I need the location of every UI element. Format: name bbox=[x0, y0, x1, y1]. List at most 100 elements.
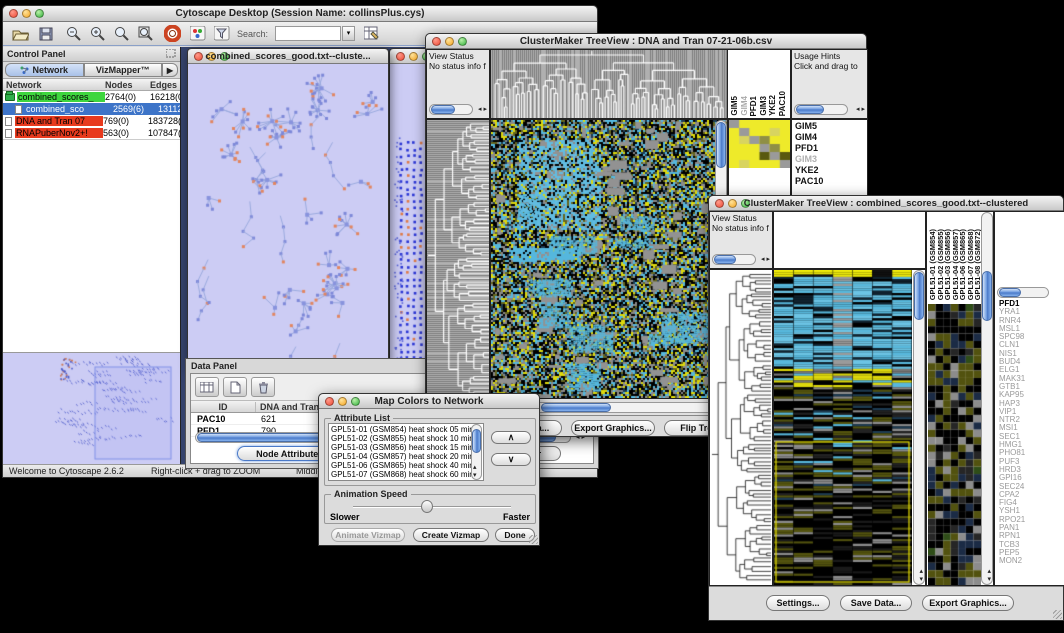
attribute-item[interactable]: GPL51-01 (GSM854) heat shock 05 min bbox=[331, 425, 481, 434]
save-icon[interactable] bbox=[35, 24, 57, 43]
select-attributes-icon[interactable] bbox=[195, 377, 219, 397]
overview-canvas[interactable] bbox=[3, 353, 179, 463]
tab-network[interactable]: Network bbox=[5, 63, 84, 77]
tv1-export-graphics-button[interactable]: Export Graphics... bbox=[571, 420, 655, 436]
attribute-item[interactable]: GPL51-06 (GSM865) heat shock 40 min bbox=[331, 461, 481, 470]
network1-canvas[interactable] bbox=[188, 64, 388, 369]
tv1-coltree-canvas[interactable] bbox=[491, 50, 727, 118]
create-vizmap-button[interactable]: Create Vizmap bbox=[413, 528, 489, 542]
attribute-item[interactable]: GPL51-07 (GSM868) heat shock 60 min bbox=[331, 470, 481, 479]
tv2-zoom-canvas[interactable] bbox=[928, 304, 981, 585]
animation-speed-group: Animation Speed Slower Faster bbox=[324, 494, 536, 524]
network-table-header[interactable]: Network Nodes Edges bbox=[3, 79, 180, 91]
network-name: RNAPuberNov2+! bbox=[15, 128, 103, 138]
dialog-resize-grip[interactable] bbox=[529, 535, 538, 544]
tv1-hints-scroll-arrows[interactable]: ◂▸ bbox=[856, 105, 865, 113]
tv2-gene-label[interactable]: MON2 bbox=[999, 557, 1025, 565]
zoom-selected-icon[interactable] bbox=[111, 24, 133, 43]
tv2-status-scroll-arrows[interactable]: ◂▸ bbox=[761, 255, 770, 263]
tv2-save-data-button[interactable]: Save Data... bbox=[840, 595, 912, 611]
network-row[interactable]: combined_scores_2764(0)16218(0) bbox=[3, 91, 180, 103]
tv1-view-status-panel: View Status No status info f ◂▸ bbox=[426, 49, 490, 119]
zoom-out-icon[interactable] bbox=[63, 24, 85, 43]
tv1-heatmap-canvas[interactable] bbox=[491, 120, 727, 398]
tv2-labels-hscroll[interactable] bbox=[997, 287, 1049, 298]
folder-icon bbox=[5, 93, 15, 101]
overview-panel[interactable] bbox=[3, 352, 180, 464]
tv1-rowtree-canvas[interactable] bbox=[427, 120, 489, 398]
tv1-status-hscroll[interactable] bbox=[429, 104, 473, 115]
tv2-resize-grip[interactable] bbox=[1053, 610, 1062, 619]
tab-vizmapper[interactable]: VizMapper™ bbox=[84, 63, 163, 77]
search-dropdown-arrow[interactable]: ▾ bbox=[342, 26, 355, 41]
tv1-row-dendrogram[interactable] bbox=[426, 119, 490, 399]
tv2-status-hscroll[interactable] bbox=[712, 254, 756, 265]
tv2-row-dendrogram[interactable] bbox=[709, 269, 773, 586]
treeview1-titlebar[interactable]: ClusterMaker TreeView : DNA and Tran 07-… bbox=[426, 34, 866, 49]
map-colors-dialog: Map Colors to Network Attribute List GPL… bbox=[318, 393, 540, 546]
treeview2-titlebar[interactable]: ClusterMaker TreeView : combined_scores_… bbox=[709, 196, 1063, 211]
tv2-vscroll-arrows[interactable]: ▴▾ bbox=[919, 567, 923, 583]
tab-overflow-button[interactable]: ▶ bbox=[162, 63, 178, 77]
attribute-item[interactable]: GPL51-03 (GSM856) heat shock 15 min bbox=[331, 443, 481, 452]
tv1-column-label: PAC10 bbox=[778, 91, 787, 116]
filter-icon[interactable] bbox=[211, 24, 233, 43]
tv1-status-scroll-arrows[interactable]: ◂▸ bbox=[478, 105, 487, 113]
tv2-zoom-vscroll[interactable] bbox=[981, 212, 993, 585]
attribute-item[interactable]: GPL51-04 (GSM857) heat shock 20 min bbox=[331, 452, 481, 461]
open-file-icon[interactable] bbox=[9, 24, 31, 43]
network-row[interactable]: DNA and Tran 07769(0)183728(0) bbox=[3, 115, 180, 127]
vizmapper-icon[interactable] bbox=[187, 24, 209, 43]
slower-label: Slower bbox=[330, 512, 360, 522]
doc-icon bbox=[15, 105, 22, 114]
tv2-button-row: Settings... Save Data... Export Graphics… bbox=[709, 586, 1063, 620]
main-titlebar[interactable]: Cytoscape Desktop (Session Name: collins… bbox=[3, 6, 597, 22]
delete-attribute-icon[interactable] bbox=[251, 377, 275, 397]
network-row[interactable]: RNAPuberNov2+!563(0)107847(0) bbox=[3, 127, 180, 139]
faster-label: Faster bbox=[503, 512, 530, 522]
tv2-rowtree-canvas[interactable] bbox=[710, 270, 772, 585]
tv2-heatmap-canvas[interactable] bbox=[774, 270, 912, 585]
search-input[interactable] bbox=[275, 26, 341, 41]
animate-vizmap-button[interactable]: Animate Vizmap bbox=[331, 528, 405, 542]
network-edges: 16218(0) bbox=[150, 92, 180, 102]
tv2-coltree-blank bbox=[773, 211, 926, 269]
help-lifering-icon[interactable] bbox=[161, 24, 183, 43]
network-window-1: combined_scores_good.txt--cluste... bbox=[187, 48, 389, 370]
tv1-row-label: YKE2 bbox=[795, 165, 867, 176]
status-welcome: Welcome to Cytoscape 2.6.2 bbox=[9, 466, 124, 476]
attribute-list[interactable]: GPL51-01 (GSM854) heat shock 05 minGPL51… bbox=[328, 423, 484, 481]
tv1-row-labels: GIM5GIM4PFD1GIM3YKE2PAC10 bbox=[792, 120, 867, 187]
dialog-titlebar[interactable]: Map Colors to Network bbox=[319, 394, 539, 409]
tv1-row-label: GIM4 bbox=[795, 132, 867, 143]
tv1-hints-hscroll[interactable] bbox=[794, 104, 848, 115]
tv2-gene-list[interactable]: PFD1YRA1RNR4MSL1SPC98CLN1NIS1BUD4ELG1MAK… bbox=[999, 300, 1025, 566]
tv2-settings-button[interactable]: Settings... bbox=[766, 595, 830, 611]
tv1-column-label: GIM5 bbox=[730, 96, 739, 116]
attribute-browser-icon[interactable] bbox=[361, 24, 383, 43]
tv2-export-graphics-button[interactable]: Export Graphics... bbox=[922, 595, 1014, 611]
network-row[interactable]: combined_sco2569(6)13112(15) bbox=[3, 103, 180, 115]
tv2-zoom-vscroll-arrows[interactable]: ▴▾ bbox=[987, 567, 991, 583]
tv2-heatmap-vscroll[interactable] bbox=[913, 270, 925, 585]
zoom-in-icon[interactable] bbox=[87, 24, 109, 43]
tv1-column-dendrogram[interactable] bbox=[490, 49, 728, 119]
tv1-column-label: PFD1 bbox=[749, 96, 758, 116]
tv2-zoom-panel[interactable]: GPL51-01 (GSM854)GPL51-02 (GSM855)GPL51-… bbox=[926, 211, 994, 586]
attr-scroll-arrows[interactable]: ▴▾ bbox=[473, 463, 477, 479]
attribute-item[interactable]: GPL51-02 (GSM855) heat shock 10 min bbox=[331, 434, 481, 443]
attribute-down-button[interactable]: ∨ bbox=[491, 453, 531, 466]
network-tree-empty[interactable] bbox=[3, 139, 180, 352]
float-panel-icon[interactable] bbox=[166, 49, 176, 60]
animation-speed-label: Animation Speed bbox=[331, 489, 411, 499]
tv1-summary-canvas[interactable] bbox=[729, 120, 790, 168]
network1-titlebar[interactable]: combined_scores_good.txt--cluste... bbox=[188, 49, 388, 64]
speed-slider-thumb[interactable] bbox=[421, 500, 433, 513]
tv1-heatmap-panel[interactable]: ▴▾ bbox=[490, 119, 728, 399]
tv1-row-label: PAC10 bbox=[795, 176, 867, 187]
zoom-fit-icon[interactable] bbox=[135, 24, 157, 43]
attribute-up-button[interactable]: ∧ bbox=[491, 431, 531, 444]
new-attribute-icon[interactable] bbox=[223, 377, 247, 397]
search-label: Search: bbox=[237, 29, 268, 39]
tv2-heatmap-panel[interactable]: ▴▾ bbox=[773, 269, 926, 586]
